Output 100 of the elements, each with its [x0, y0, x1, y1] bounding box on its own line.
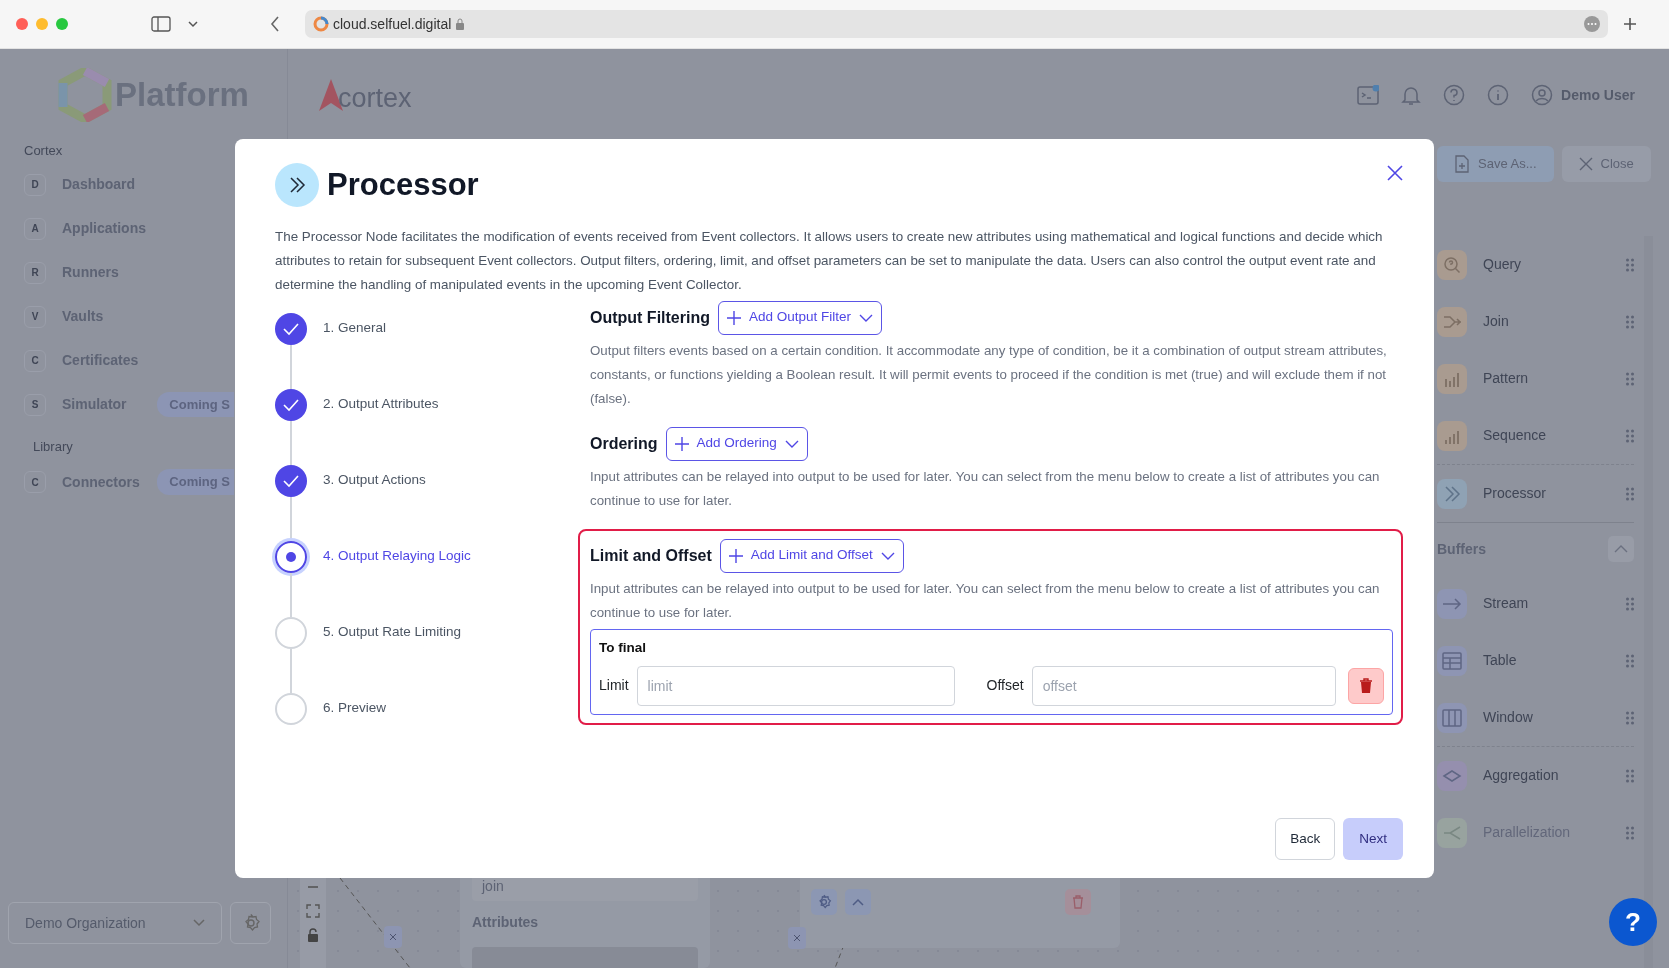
letter-icon: D [24, 173, 46, 196]
chevron-up-icon [852, 898, 864, 906]
node-type-icon[interactable] [1437, 249, 1467, 280]
section-title: Ordering [590, 433, 658, 454]
section-description: Input attributes can be relayed into output to be used for later. You can select from the menu below to create a list of attributes you can continue to use for later. [590, 579, 1381, 622]
window-control-icon[interactable] [16, 18, 28, 30]
node-type-icon[interactable] [1437, 363, 1467, 394]
organization-select[interactable]: Demo Organization [8, 902, 223, 944]
drag-handle-icon[interactable] [1626, 371, 1634, 386]
user-name[interactable]: Demo User [1561, 84, 1635, 106]
new-tab-icon[interactable] [1622, 16, 1638, 32]
more-icon[interactable] [1584, 16, 1600, 32]
logo-icon [57, 68, 113, 122]
step-indicator[interactable] [275, 388, 307, 421]
node-type-label[interactable]: Sequence [1483, 425, 1626, 446]
sidebar-toggle-icon[interactable] [151, 16, 171, 32]
info-icon[interactable] [1487, 84, 1510, 106]
node-type-icon[interactable] [1437, 760, 1467, 791]
gear-icon [816, 894, 832, 910]
fit-view-icon[interactable] [306, 904, 320, 918]
add-button[interactable]: Add Output Filter [718, 300, 883, 335]
node-type-icon[interactable] [1437, 420, 1467, 451]
plus-icon [674, 436, 689, 451]
section-label: Library [32, 437, 74, 456]
drag-handle-icon[interactable] [1626, 428, 1634, 443]
entry-title: To final [599, 638, 647, 657]
offset-field[interactable]: offset [1031, 665, 1336, 706]
node-type-label[interactable]: Table [1483, 650, 1626, 671]
back-icon[interactable] [269, 15, 281, 33]
node-type-label[interactable]: Aggregation [1483, 765, 1626, 786]
field-label: Limit [599, 676, 629, 696]
letter-icon: A [24, 217, 46, 240]
chevron-up-icon [1614, 545, 1628, 553]
trash-icon [1072, 895, 1084, 909]
lock-icon[interactable] [307, 928, 319, 942]
node-type-icon[interactable] [1437, 588, 1467, 619]
close-icon [794, 935, 800, 941]
node-type-icon[interactable] [1437, 645, 1467, 676]
drag-handle-icon[interactable] [1626, 257, 1634, 272]
step-label[interactable]: 2. Output Attributes [323, 394, 439, 415]
remove-link-button[interactable] [788, 927, 806, 949]
window-control-icon[interactable] [56, 18, 68, 30]
collapse-button[interactable] [845, 889, 871, 915]
file-plus-icon [1454, 155, 1470, 173]
delete-button[interactable] [1348, 667, 1384, 704]
collapse-button[interactable] [1608, 536, 1634, 562]
node-type-label[interactable]: Processor [1483, 483, 1626, 504]
step-indicator[interactable] [275, 312, 307, 345]
help-icon[interactable] [1443, 84, 1466, 106]
modal-description: The Processor Node facilitates the modification of events received from Event collectors. It allows users to create new attributes using mathematical and logical functions and decide which attributes to retain for subsequent Event collectors. Output filters, ordering, limit, and offset parameters can be set to manipulate the data. Users can also control the output event rate and determine the handling of manipulated events in the upcoming Event Collector. [275, 227, 1384, 294]
section-title: Output Filtering [590, 307, 710, 328]
step-label[interactable]: 6. Preview [323, 698, 387, 719]
terminal-icon[interactable] [1357, 85, 1380, 105]
user-avatar-icon[interactable] [1531, 84, 1554, 106]
back-button[interactable]: Back [1275, 818, 1336, 860]
modal-title: Processor [327, 166, 479, 204]
bell-icon[interactable] [1401, 84, 1422, 106]
site-icon [313, 16, 329, 32]
node-type-label[interactable]: Pattern [1483, 368, 1626, 389]
limit-field[interactable]: limit [636, 665, 955, 706]
node-type-label[interactable]: Join [1483, 311, 1626, 332]
drag-handle-icon[interactable] [1626, 653, 1634, 668]
add-button[interactable]: Add Ordering [665, 426, 808, 461]
add-button[interactable]: Add Limit and Offset [719, 538, 904, 573]
section-description: Input attributes can be relayed into output to be used for later. You can select from the menu below to create a list of attributes you can continue to use for later. [590, 467, 1381, 510]
plus-icon [728, 548, 743, 563]
drag-handle-icon[interactable] [1626, 710, 1634, 725]
chevron-down-icon [880, 551, 895, 560]
trash-icon [1359, 677, 1373, 694]
node-type-icon[interactable] [1437, 306, 1467, 337]
step-label[interactable]: 3. Output Actions [323, 470, 426, 491]
step-label[interactable]: 5. Output Rate Limiting [323, 622, 462, 643]
settings-button[interactable] [230, 902, 271, 944]
help-button[interactable]: ? [1609, 898, 1657, 946]
url-text[interactable]: cloud.selfuel.digital [333, 13, 452, 35]
node-type-icon[interactable] [1437, 702, 1467, 733]
node-type-label[interactable]: Window [1483, 707, 1626, 728]
close-icon[interactable] [1387, 165, 1403, 182]
drag-handle-icon[interactable] [1626, 486, 1634, 501]
next-button[interactable]: Next [1343, 818, 1403, 860]
letter-icon: C [24, 349, 46, 372]
step-label[interactable]: 1. General [323, 318, 387, 339]
settings-button[interactable] [811, 889, 837, 915]
chevron-down-icon [193, 919, 206, 927]
save-as-button[interactable]: Save As... [1437, 146, 1554, 182]
processor-icon [275, 163, 319, 208]
step-label[interactable]: 4. Output Relaying Logic [323, 546, 471, 567]
drag-handle-icon[interactable] [1626, 596, 1634, 611]
drag-handle-icon[interactable] [1626, 314, 1634, 329]
step-indicator[interactable] [275, 540, 307, 573]
close-button[interactable]: Close [1561, 146, 1651, 182]
letter-icon: V [24, 305, 46, 328]
window-control-icon[interactable] [36, 18, 48, 30]
remove-link-button[interactable] [384, 926, 402, 948]
drag-handle-icon[interactable] [1626, 768, 1634, 783]
node-type-icon[interactable] [1437, 478, 1467, 509]
chevron-down-icon[interactable] [187, 19, 199, 29]
node-type-label[interactable]: Stream [1483, 593, 1626, 614]
step-indicator[interactable] [275, 464, 307, 497]
node-type-label[interactable]: Query [1483, 254, 1626, 275]
